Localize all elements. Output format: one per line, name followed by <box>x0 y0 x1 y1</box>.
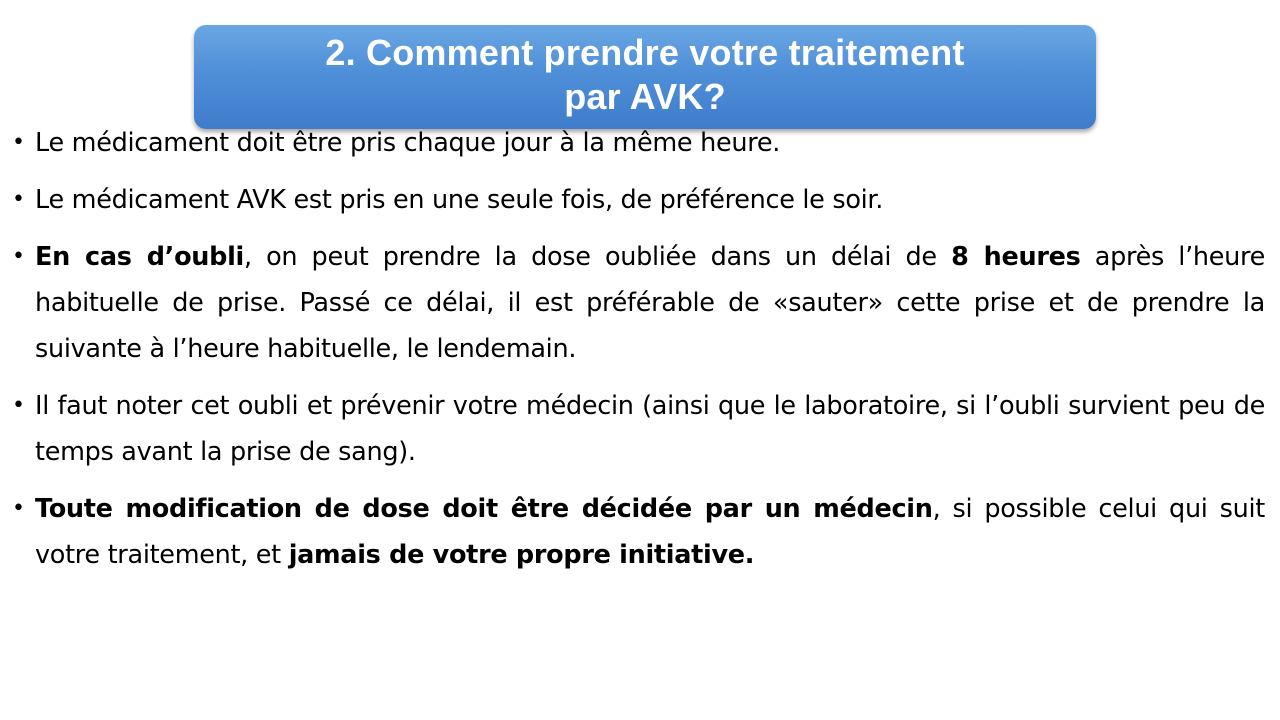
title-banner: 2. Comment prendre votre traitement par … <box>194 25 1096 129</box>
slide: 2. Comment prendre votre traitement par … <box>0 0 1280 720</box>
bullet-dot-icon: • <box>12 393 25 418</box>
bullet-text: Le médicament doit être pris chaque jour… <box>35 128 781 158</box>
bullet-item-once-daily: • Le médicament AVK est pris en une seul… <box>12 177 1265 223</box>
slide-title-line-2: par AVK? <box>564 76 726 117</box>
bullet-item-missed-dose: • En cas d’oubli, on peut prendre la dos… <box>12 234 1265 372</box>
bullet-text: , on peut prendre la dose oubliée dans u… <box>243 242 952 272</box>
bullet-dot-icon: • <box>12 496 25 521</box>
bullet-dot-icon: • <box>12 130 25 155</box>
bullet-text: Le médicament AVK est pris en une seule … <box>35 185 884 215</box>
bullet-dot-icon: • <box>12 187 25 212</box>
bullet-item-notify-doctor: • Il faut noter cet oubli et prévenir vo… <box>12 383 1265 475</box>
bullet-bold-text: jamais de votre propre initiative. <box>288 540 755 570</box>
bullet-item-dose-change: • Toute modification de dose doit être d… <box>12 486 1265 578</box>
slide-title-line-1: 2. Comment prendre votre traitement <box>325 32 965 73</box>
slide-title: 2. Comment prendre votre traitement par … <box>235 31 1055 119</box>
bullet-text: Il faut noter cet oubli et prévenir votr… <box>35 391 1265 467</box>
bullet-list: • Le médicament doit être pris chaque jo… <box>12 120 1265 589</box>
bullet-bold-text: 8 heures <box>951 242 1081 272</box>
bullet-bold-text: En cas d’oubli <box>35 242 244 272</box>
bullet-bold-text: Toute modification de dose doit être déc… <box>35 494 933 524</box>
bullet-dot-icon: • <box>12 244 25 269</box>
